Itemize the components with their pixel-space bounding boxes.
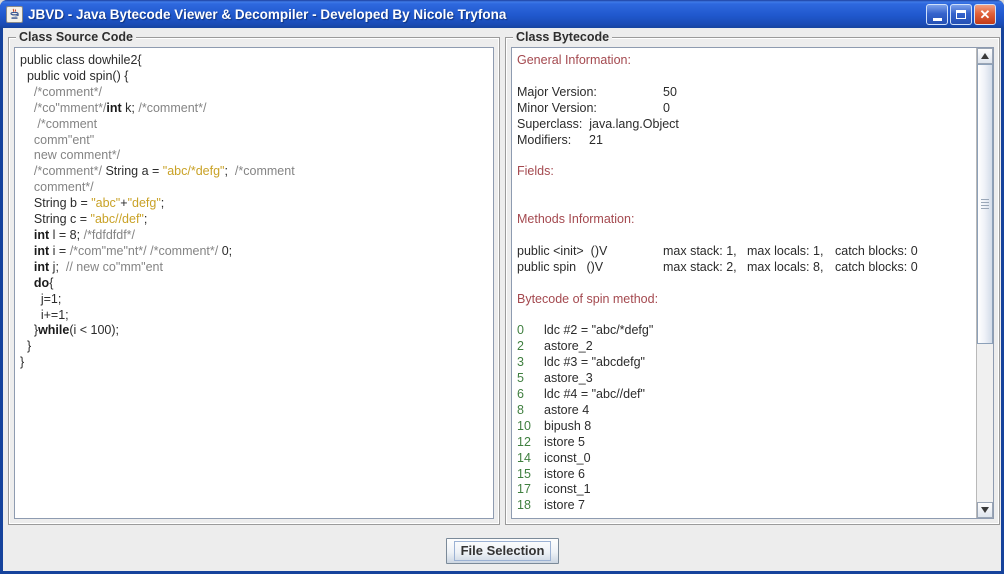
file-selection-label: File Selection bbox=[453, 541, 552, 561]
source-code: public class dowhile2{ public void spin(… bbox=[15, 48, 493, 518]
text-line: Major Version: 50 bbox=[517, 84, 677, 99]
text-line: 5 astore_3 bbox=[517, 371, 593, 386]
maximize-button[interactable] bbox=[950, 3, 972, 25]
text-line: public class dowhile2{ bbox=[20, 53, 142, 67]
text-line: comment*/ bbox=[20, 180, 94, 195]
text-line: Methods Information: bbox=[517, 212, 635, 227]
source-text-area[interactable]: public class dowhile2{ public void spin(… bbox=[14, 47, 494, 519]
arrow-down-icon bbox=[981, 507, 989, 513]
maximize-icon bbox=[956, 9, 966, 19]
text-line bbox=[517, 180, 972, 196]
bytecode-panel: Class Bytecode General Information: Majo… bbox=[505, 30, 1000, 525]
text-line: 18 istore 7 bbox=[517, 498, 585, 513]
text-line: Minor Version: 0 bbox=[517, 100, 670, 115]
scroll-down-button[interactable] bbox=[977, 502, 993, 518]
scroll-up-button[interactable] bbox=[977, 48, 993, 64]
window-controls: ✕ bbox=[926, 3, 996, 25]
text-line bbox=[517, 276, 972, 292]
text-line: 15 istore 6 bbox=[517, 466, 585, 481]
scrollbar-grip bbox=[981, 199, 989, 210]
text-line: }while(i < 100); bbox=[20, 323, 120, 338]
close-icon: ✕ bbox=[979, 6, 991, 22]
text-line bbox=[517, 308, 972, 324]
text-line: String b = "abc"+"defg"; bbox=[20, 196, 165, 211]
arrow-up-icon bbox=[981, 53, 989, 59]
file-selection-button[interactable]: File Selection bbox=[446, 538, 559, 564]
text-line: i+=1; bbox=[20, 307, 69, 322]
text-line: String c = "abc//def"; bbox=[20, 212, 148, 227]
source-panel-title: Class Source Code bbox=[16, 30, 136, 45]
scrollbar-track[interactable] bbox=[977, 64, 993, 502]
scrollbar-thumb[interactable] bbox=[977, 64, 993, 345]
text-line: 12 istore 5 bbox=[517, 434, 585, 449]
text-line: public void spin() { bbox=[20, 68, 129, 83]
bytecode-text: General Information: Major Version: 50 Min… bbox=[512, 48, 976, 518]
vertical-scrollbar[interactable] bbox=[976, 48, 993, 518]
text-line: /*comment*/ String a = "abc/*defg"; /*co… bbox=[20, 164, 295, 179]
window-title: JBVD - Java Bytecode Viewer & Decompiler… bbox=[28, 6, 507, 22]
text-line: int j; // new co"mm"ent bbox=[33, 259, 163, 274]
text-line: Modifiers: 21 bbox=[517, 132, 603, 147]
close-button[interactable]: ✕ bbox=[974, 3, 996, 25]
text-line: 10 bipush 8 bbox=[517, 418, 592, 433]
text-line: public <init> ()V max stack: 1, max locals… bbox=[517, 243, 918, 258]
text-line: do{ bbox=[33, 275, 54, 290]
text-line: j=1; bbox=[20, 291, 62, 306]
content-area: Class Source Code public class dowhile2{… bbox=[3, 28, 1001, 571]
text-line: 17 iconst_1 bbox=[517, 482, 591, 497]
text-line: 8 astore 4 bbox=[517, 402, 590, 417]
text-line: Bytecode of spin method: bbox=[517, 291, 659, 306]
text-line bbox=[517, 69, 972, 85]
text-line bbox=[517, 148, 972, 164]
text-line: int i = /*com"me"nt*/ /*comment*/ 0; bbox=[33, 243, 233, 258]
text-line bbox=[517, 196, 972, 212]
text-line: public spin ()V max stack: 2, max locals: … bbox=[517, 259, 918, 274]
text-line: Superclass: java.lang.Object bbox=[517, 116, 679, 131]
minimize-button[interactable] bbox=[926, 3, 948, 25]
text-line: 0 ldc #2 = "abc/*defg" bbox=[517, 323, 654, 338]
text-line: new comment*/ bbox=[20, 148, 121, 163]
java-icon bbox=[6, 5, 23, 23]
app-window: JBVD - Java Bytecode Viewer & Decompiler… bbox=[0, 0, 1004, 574]
text-line: } bbox=[20, 355, 25, 370]
text-line: /*comment*/ bbox=[20, 84, 102, 99]
text-line: 6 ldc #4 = "abc//def" bbox=[517, 387, 645, 402]
text-line: 14 iconst_0 bbox=[517, 450, 591, 465]
text-line: General Information: bbox=[517, 53, 631, 67]
source-panel: Class Source Code public class dowhile2{… bbox=[8, 30, 500, 525]
bytecode-panel-title: Class Bytecode bbox=[513, 30, 613, 45]
text-line: 2 astore_2 bbox=[517, 339, 593, 354]
text-line: /*co"mment*/int k; /*comment*/ bbox=[20, 100, 207, 115]
bytecode-text-area[interactable]: General Information: Major Version: 50 Min… bbox=[511, 47, 994, 519]
text-line: 3 ldc #3 = "abcdefg" bbox=[517, 355, 645, 370]
text-line: Fields: bbox=[517, 164, 554, 179]
text-line bbox=[517, 228, 972, 244]
text-line: comm"ent" bbox=[20, 132, 95, 147]
text-line: int l = 8; /*fdfdfdf*/ bbox=[33, 227, 136, 242]
text-line: } bbox=[20, 339, 32, 354]
title-bar[interactable]: JBVD - Java Bytecode Viewer & Decompiler… bbox=[0, 0, 1004, 28]
minimize-icon bbox=[932, 17, 942, 21]
text-line: /*comment bbox=[20, 116, 98, 131]
